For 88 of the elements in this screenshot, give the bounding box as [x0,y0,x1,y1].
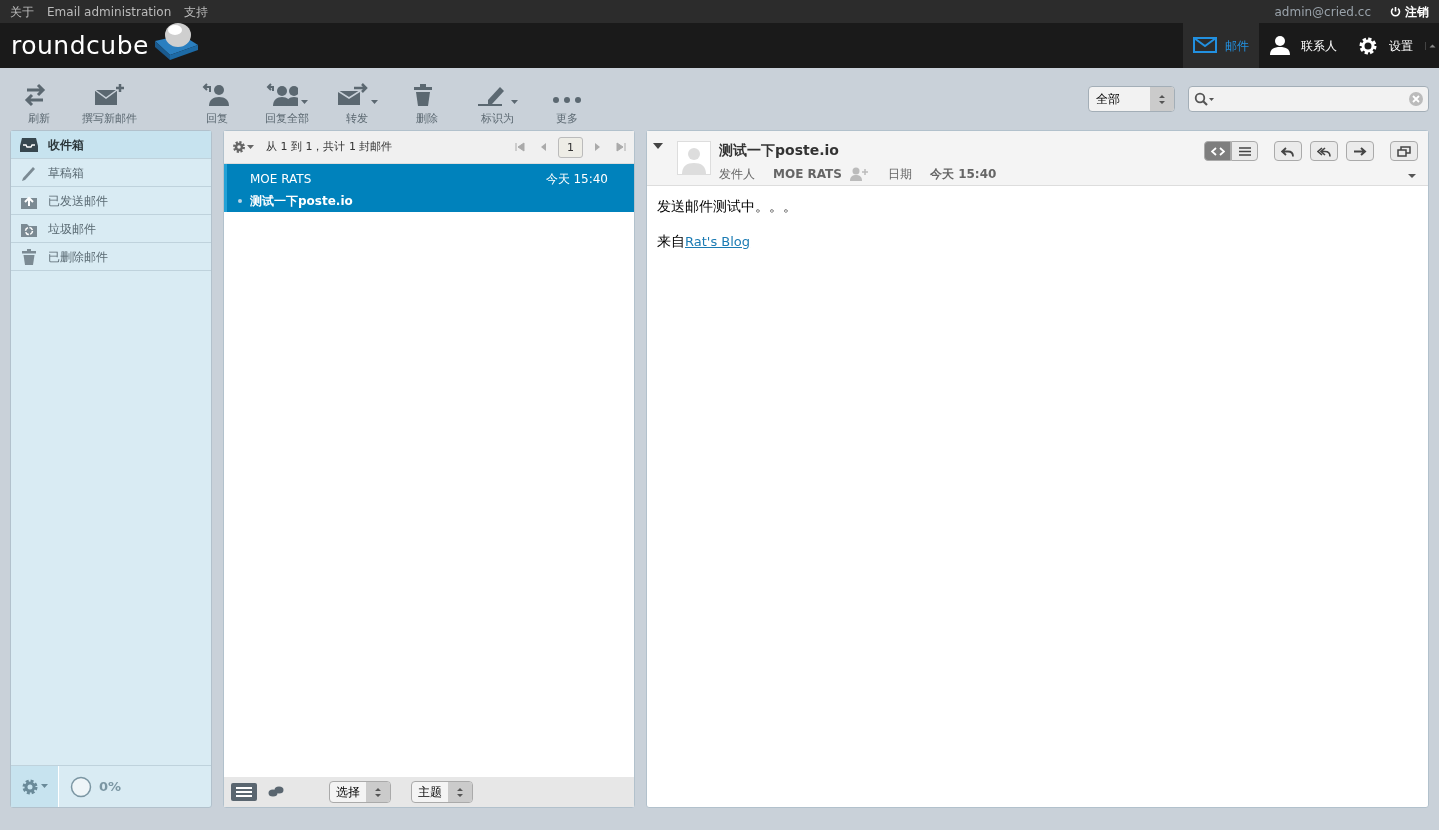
quota-pie-icon [70,775,92,798]
more-dots-icon [553,96,581,103]
top-link[interactable]: 支持 [184,2,209,21]
date-label: 日期 [887,166,912,183]
message-sender: MOE RATS [250,171,313,188]
dot-icon [237,198,243,204]
person-icon [1269,34,1293,57]
reply-all-arrow-icon [1317,145,1331,157]
toolbar-button[interactable]: 回复全部 [252,71,322,127]
collapse-caret-icon [653,143,663,150]
email-subject: 测试一下poste.io [719,141,840,160]
search-field[interactable] [1188,86,1429,112]
folder-item[interactable]: 已删除邮件 [11,243,211,271]
text-prefix: 来自 [657,233,685,249]
first-page-icon [515,142,525,152]
updown-icon [456,786,464,798]
message-subject: 测试一下poste.io [250,193,353,210]
logout-link[interactable]: 注销 [1390,2,1429,21]
toolbar-button[interactable]: 转发 [322,71,392,127]
expand-caret-icon [1408,174,1416,179]
reply-arrow-icon [1281,145,1295,157]
blog-link[interactable]: Rat's Blog [685,234,751,249]
message-row[interactable]: MOE RATS 今天 15:40 测试一下poste.io [224,164,634,212]
list-lines-icon[interactable] [231,783,257,801]
reply-all-button[interactable] [1310,141,1338,161]
folder-item[interactable]: 垃圾邮件 [11,215,211,243]
updown-icon [374,786,382,798]
updown-icon [1158,93,1166,105]
page-number-field[interactable]: 1 [558,136,583,158]
folder-item[interactable]: 已发送邮件 [11,187,211,215]
view-mode-button[interactable] [1231,141,1258,161]
collapse-icon [1425,41,1437,50]
view-mode-button[interactable] [1204,141,1231,161]
chat-bubbles-icon[interactable] [267,785,285,799]
message-count: 从 1 到 1，共计 1 封邮件 [266,138,393,155]
sort-dropdown[interactable]: 主题 [411,781,473,803]
caret-icon [41,784,48,789]
gear-icon [232,140,246,154]
previous-page-icon [539,142,547,152]
folder-settings-button[interactable] [11,766,59,807]
avatar-icon [677,141,711,175]
nav-tab[interactable]: 设置 [1347,23,1423,68]
tray-icon [20,135,38,154]
envelope-plus-icon [93,82,125,107]
next-page-icon [594,142,602,152]
sender-name: MOE RATS [773,166,842,183]
trash-icon [20,247,38,266]
text-lines-icon [1237,145,1252,157]
nav-tab[interactable]: 联系人 [1259,23,1347,68]
toolbar-button[interactable]: 标识为 [462,71,532,127]
filter-select[interactable]: 全部 [1088,86,1175,112]
envelope-arrow-icon [335,82,368,107]
reply-button[interactable] [1274,141,1302,161]
top-link[interactable]: 关于 [10,2,34,21]
add-contact-icon [849,167,868,181]
caret-icon [247,144,254,150]
toolbar-button[interactable]: 撰写新邮件 [64,71,154,127]
caret-icon [509,98,519,105]
user-email: admin@cried.cc [1274,3,1371,21]
select-dropdown[interactable]: 选择 [329,781,391,803]
folder-item[interactable]: 收件箱 [11,131,211,159]
last-page-icon [616,142,626,152]
toolbar-button[interactable]: 刷新 [14,71,64,127]
power-icon [1390,6,1401,17]
clear-icon [1409,92,1423,106]
folder-item[interactable]: 草稿箱 [11,159,211,187]
toolbar-button[interactable]: 回复 [182,71,252,127]
nav-tab[interactable]: 邮件 [1183,23,1259,68]
message-body-text: 发送邮件测试中。。。 [657,197,798,216]
quota-text: 0% [99,777,122,796]
people-reply-icon [265,82,298,107]
list-options-button[interactable] [232,140,254,154]
windows-icon [1397,145,1411,157]
gear-icon [21,777,39,796]
caret-icon [369,98,379,105]
code-brackets-icon [1210,145,1225,157]
new-window-button[interactable] [1390,141,1418,161]
email-date: 今天 15:40 [929,166,997,183]
toolbar-button[interactable]: 删除 [392,71,462,127]
message-date: 今天 15:40 [545,171,609,188]
search-icon [1194,92,1216,106]
from-label: 发件人 [719,166,755,183]
caret-icon [299,98,309,105]
toolbar-button[interactable]: 更多 [532,71,602,127]
right-arrow-icon [1353,145,1367,157]
logo-text: roundcube [11,29,149,62]
top-link[interactable]: Email administration [47,2,172,21]
forward-button[interactable] [1346,141,1374,161]
